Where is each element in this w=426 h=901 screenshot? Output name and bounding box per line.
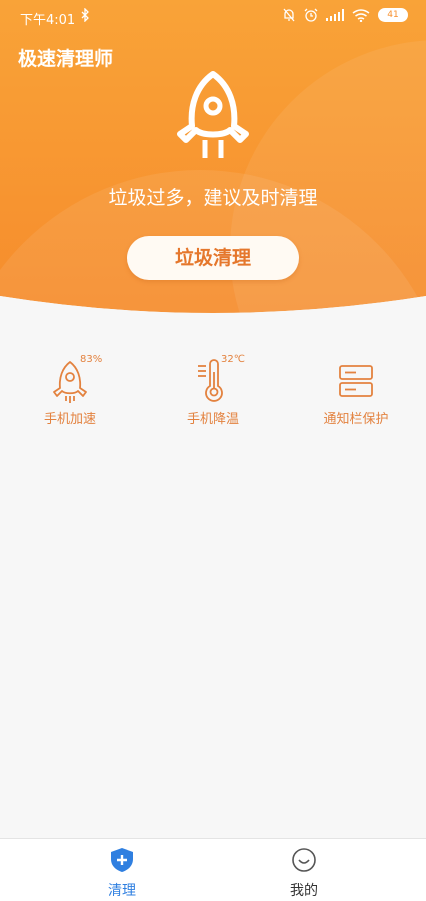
tool-label: 通知栏保护 [323,412,389,427]
status-bar: 下午4:01 41 [0,0,426,34]
bluetooth-icon [81,8,89,22]
temperature-badge: 32℃ [221,354,245,365]
tab-clean[interactable]: 清理 [52,839,192,901]
hero-message: 垃圾过多，建议及时清理 [108,187,318,209]
battery-indicator: 41 [378,8,408,22]
rocket-icon [177,71,249,158]
bottom-tab-bar: 清理 我的 [0,838,426,901]
clean-junk-button[interactable]: 垃圾清理 [127,236,299,280]
tool-shortcuts: 83% 手机加速 32℃ 手机降温 通知栏保护 [0,352,426,432]
wifi-icon [352,8,370,22]
smiley-icon [292,848,316,872]
tool-label: 手机降温 [186,412,239,427]
hero-banner: 下午4:01 41 极速清理师 垃圾过多，建议及时清理 垃圾清理 [0,0,426,330]
tool-label: 手机加速 [43,412,96,427]
boost-percent-badge: 83% [80,354,103,365]
tool-phone-cool[interactable]: 32℃ 手机降温 [153,352,273,427]
notification-bar-icon [339,365,373,397]
tab-label: 清理 [108,883,136,899]
tab-mine[interactable]: 我的 [234,839,374,901]
shield-plus-icon [111,848,133,872]
tool-phone-boost[interactable]: 83% 手机加速 [10,352,130,427]
tab-label: 我的 [290,883,318,899]
signal-icon [326,9,344,21]
app-title: 极速清理师 [18,48,114,70]
mute-bell-icon [283,8,295,22]
status-time: 下午4:01 [20,13,76,28]
alarm-icon [304,8,318,22]
tool-notification-protect[interactable]: 通知栏保护 [296,352,416,427]
